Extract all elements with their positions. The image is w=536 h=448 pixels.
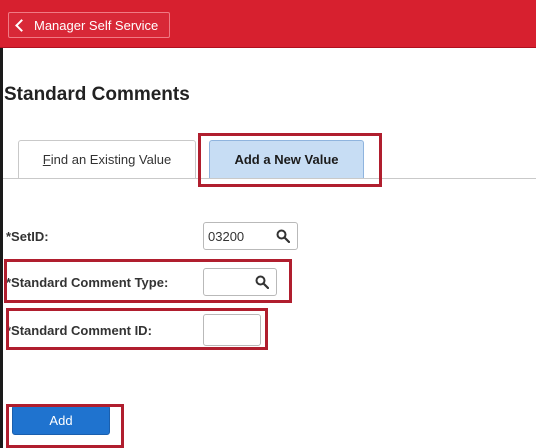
- window-left-edge: [0, 0, 3, 448]
- highlight-box-add-button: [6, 404, 124, 448]
- top-header-bar: Manager Self Service: [0, 0, 536, 48]
- setid-input[interactable]: 03200: [203, 222, 298, 250]
- tab-find-accesskey: F: [42, 152, 51, 167]
- setid-label: *SetID:: [6, 229, 49, 244]
- setid-value: 03200: [208, 229, 245, 244]
- search-icon[interactable]: [276, 229, 290, 243]
- back-button[interactable]: Manager Self Service: [8, 12, 170, 38]
- highlight-box-add-tab: [198, 133, 382, 187]
- tab-find-label: ind an Existing Value: [50, 152, 172, 167]
- chevron-left-icon: [15, 18, 28, 32]
- highlight-box-comment-id: [6, 308, 268, 350]
- tab-find-existing-value[interactable]: Find an Existing Value: [18, 140, 196, 178]
- back-button-label: Manager Self Service: [34, 17, 159, 33]
- highlight-box-comment-type: [4, 259, 292, 303]
- page-title: Standard Comments: [4, 84, 190, 105]
